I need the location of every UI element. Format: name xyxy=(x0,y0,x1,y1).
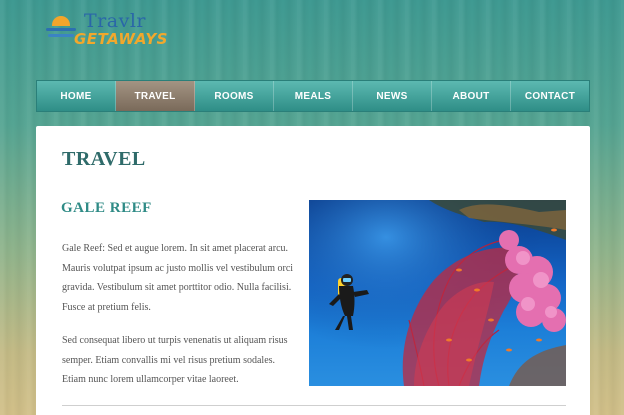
nav-item-travel[interactable]: TRAVEL xyxy=(116,81,195,111)
site-logo[interactable]: Travlr GETAWAYS xyxy=(44,10,174,52)
nav-item-news[interactable]: NEWS xyxy=(353,81,432,111)
nav-item-rooms[interactable]: ROOMS xyxy=(195,81,274,111)
logo-subtitle: GETAWAYS xyxy=(74,30,168,48)
divider xyxy=(62,405,566,406)
wave-icon xyxy=(48,34,74,37)
main-navigation: HOME TRAVEL ROOMS MEALS NEWS ABOUT CONTA… xyxy=(36,80,590,112)
body-paragraph: Gale Reef: Sed et augue lorem. In sit am… xyxy=(62,243,294,313)
nav-item-about[interactable]: ABOUT xyxy=(432,81,511,111)
reef-photo xyxy=(309,200,566,386)
nav-item-home[interactable]: HOME xyxy=(37,81,116,111)
page-title: TRAVEL xyxy=(62,148,146,170)
nav-item-contact[interactable]: CONTACT xyxy=(511,81,589,111)
nav-item-meals[interactable]: MEALS xyxy=(274,81,353,111)
reef-illustration xyxy=(309,200,566,386)
body-paragraph: Sed consequat libero ut turpis venenatis… xyxy=(62,335,288,385)
sun-icon xyxy=(52,16,70,26)
wave-icon xyxy=(46,28,76,31)
section-title: GALE REEF xyxy=(61,200,152,216)
logo-title: Travlr xyxy=(84,10,146,32)
